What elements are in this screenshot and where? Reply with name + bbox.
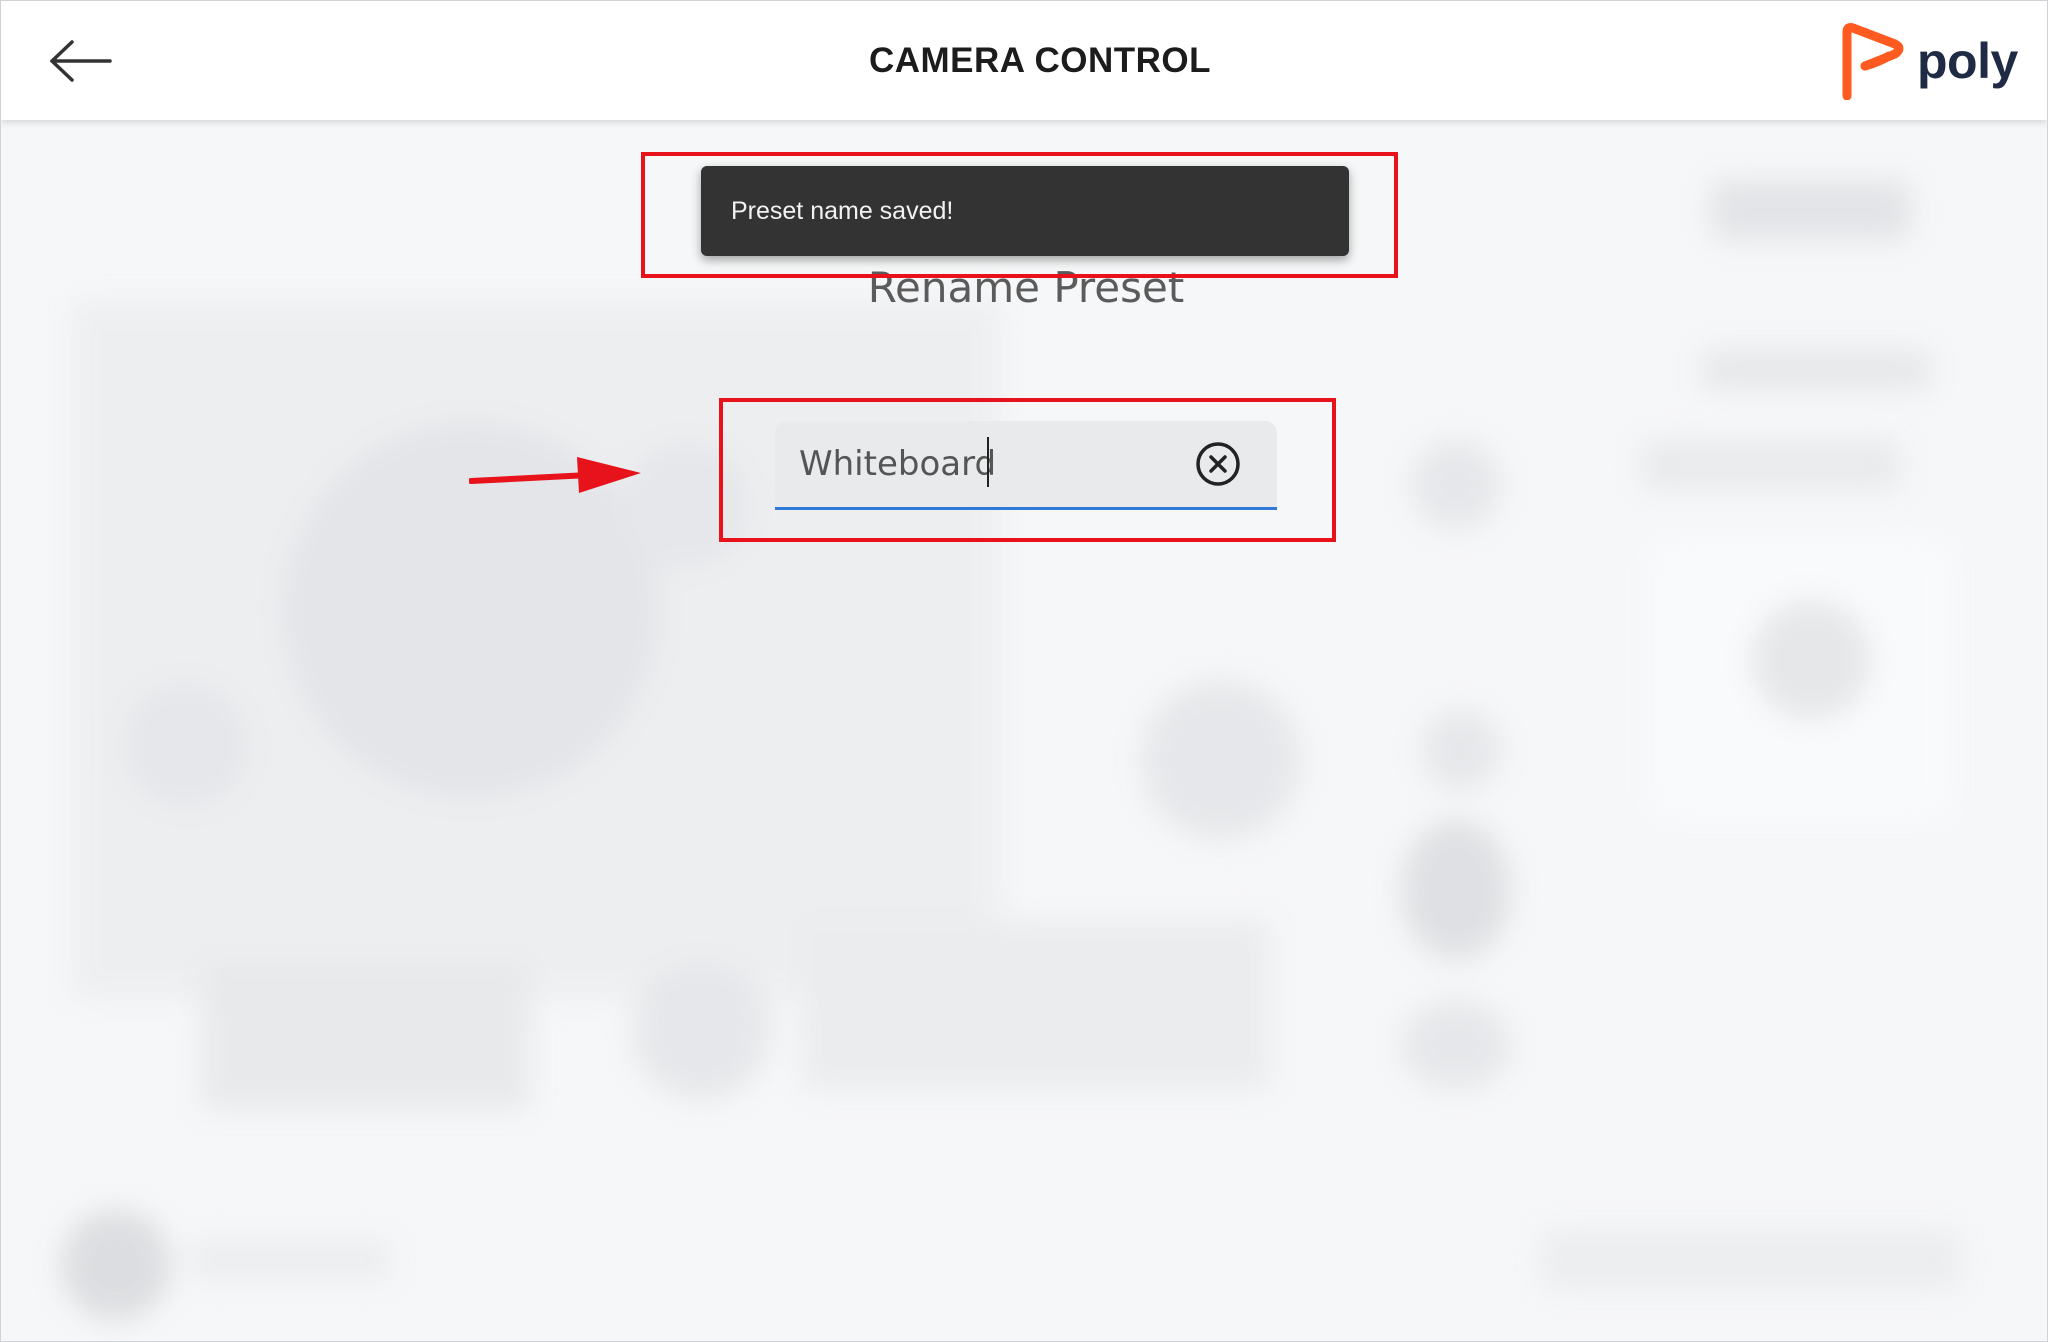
top-bar: CAMERA CONTROL poly	[1, 1, 2047, 120]
logo-wordmark: poly	[1917, 33, 2018, 89]
annotation-arrow-icon	[469, 457, 641, 493]
app-window: CAMERA CONTROL poly Preset name saved! R…	[0, 0, 2048, 1342]
poly-logo-mark-icon	[1842, 23, 1904, 100]
input-highlight-box	[719, 398, 1336, 542]
toast-highlight-box	[641, 152, 1398, 278]
poly-logo: poly	[1839, 19, 2018, 103]
page-title: CAMERA CONTROL	[868, 41, 1212, 80]
